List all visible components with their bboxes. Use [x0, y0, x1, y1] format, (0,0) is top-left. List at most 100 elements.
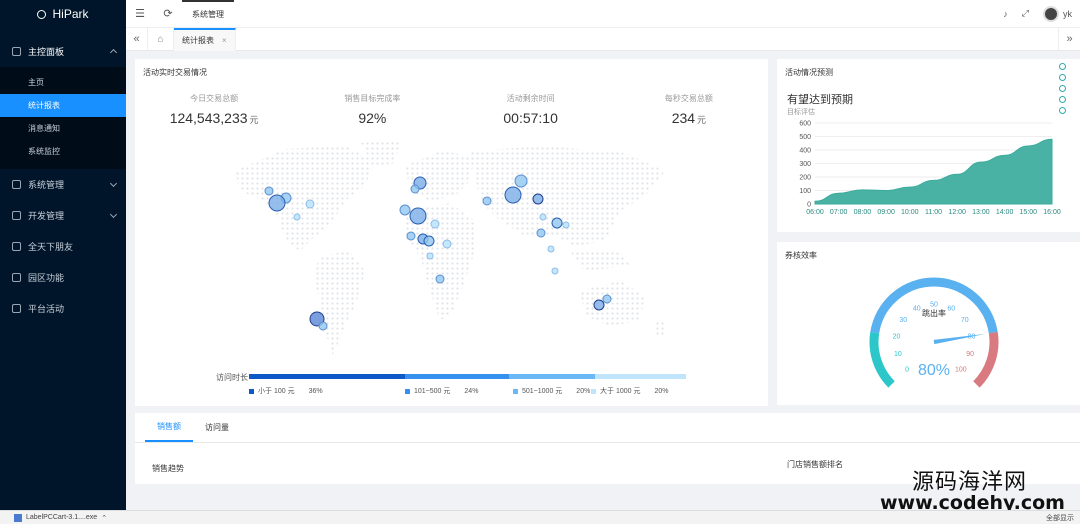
menu-toggle-icon[interactable]: ☰ [126, 0, 154, 28]
gauge-tick [982, 323, 986, 325]
x-tick-label: 10:00 [901, 209, 919, 216]
sidebar: HiPark 主控面板 主页 统计报表 消息通知 系统监控 系统管理 开发管理 … [0, 0, 126, 510]
gauge-tick [896, 301, 899, 305]
gauge-tick [976, 370, 980, 374]
sidebar-item-notifications[interactable]: 消息通知 [0, 117, 126, 140]
gauge-tick [978, 313, 982, 316]
sidebar-item-home[interactable]: 主页 [0, 71, 126, 94]
gauge-tick [888, 370, 892, 374]
taskbar-download-item[interactable]: LabelPCCart-3.1....exe ⌃ [0, 513, 107, 522]
legend-item-lt-100[interactable]: 小于 100 元 36% [249, 386, 323, 396]
gauge-tick [880, 328, 884, 330]
stat-per-second: 每秒交易总额 234 元 [664, 94, 713, 126]
gauge-tick [883, 362, 887, 365]
gauge-tick [900, 298, 903, 302]
x-tick-label: 15:00 [1020, 209, 1038, 216]
activity-forecast-card: 活动情况预测 有望达到预期 目标评估 0 100 200 300 400 500 600 06… [777, 59, 1080, 232]
legend-bar-segment-4 [595, 374, 686, 379]
gauge-tick [884, 318, 888, 321]
taskbar: LabelPCCart-3.1....exe ⌃ 全部显示 [0, 510, 1080, 524]
gauge-tick [894, 375, 901, 382]
menu-group-dev[interactable]: 开发管理 [0, 200, 126, 231]
forecast-area-series [814, 138, 1053, 205]
verification-efficiency-card: 券核效率 0 10 20 30 40 50 60 70 80 90 100 跳出率 80% [777, 242, 1080, 405]
gauge-tick [980, 318, 984, 321]
sidebar-item-system-monitor[interactable]: 系统监控 [0, 140, 126, 163]
refresh-icon[interactable]: ⟳ [154, 0, 182, 28]
legend-title: 访问时长 [216, 373, 248, 382]
logo[interactable]: HiPark [0, 0, 126, 28]
gauge-tick-label: 40 [913, 306, 921, 313]
top-tab-system[interactable]: 系统管理 [182, 0, 234, 28]
close-icon[interactable]: × [222, 36, 227, 45]
gauge-tick [981, 362, 985, 365]
legend-item-101-500[interactable]: 101~500 元 24% [405, 386, 478, 396]
park-icon [12, 273, 21, 282]
activity-icon [12, 304, 21, 313]
menu-group-friends[interactable]: 全天下朋友 [0, 231, 126, 262]
menu-group-activities[interactable]: 平台活动 [0, 293, 126, 324]
gauge-tick [881, 356, 889, 360]
legend-swatch [513, 388, 518, 394]
gauge-tick [979, 356, 987, 360]
bell-icon[interactable]: ♪ [1003, 9, 1008, 19]
y-tick-label: 300 [799, 161, 811, 168]
world-map[interactable] [225, 141, 695, 361]
gauge-value: 80% [918, 362, 950, 379]
stat-today-total: 今日交易总额 124,543,233 元 [169, 94, 259, 126]
legend-bar-segment-1 [249, 374, 405, 379]
chevron-up-icon [109, 48, 118, 57]
forecast-area-chart[interactable]: 0 100 200 300 400 500 600 06:00 07:00 08:00 09:00 1… [777, 59, 1080, 232]
gauge-tick [885, 366, 889, 369]
menu-group-dashboard[interactable]: 主控面板 [0, 36, 126, 67]
user-name: yk [1063, 8, 1072, 19]
x-tick-label: 14:00 [996, 209, 1014, 216]
gauge-tick-label: 20 [893, 334, 901, 341]
gauge-tick [972, 305, 976, 308]
sidebar-item-stats-report[interactable]: 统计报表 [0, 94, 126, 117]
sales-trend-title: 销售趋势 [152, 464, 184, 473]
show-all-button[interactable]: 全部显示 [1046, 513, 1080, 523]
gauge-tick [943, 287, 945, 291]
tab-visits[interactable]: 访问量 [193, 413, 241, 442]
y-tick-label: 100 [799, 188, 811, 195]
gauge-tick [882, 323, 886, 325]
gauge-tick-label: 30 [899, 317, 907, 324]
tab-sales[interactable]: 销售额 [145, 413, 193, 442]
code-icon [12, 211, 21, 220]
gauge-tick [879, 332, 887, 336]
gauge-tick [886, 313, 890, 316]
legend-bar-segment-3 [509, 374, 595, 379]
legend-item-501-1000[interactable]: 501~1000 元 20% [513, 386, 590, 396]
gauge-tick-label: 100 [955, 366, 967, 373]
tabs-left-icon[interactable]: « [126, 27, 148, 51]
menu-group-park[interactable]: 园区功能 [0, 262, 126, 293]
gauge-tick-label: 90 [966, 351, 974, 358]
menu-group-system[interactable]: 系统管理 [0, 169, 126, 200]
x-tick-label: 09:00 [877, 209, 895, 216]
gauge-tick [904, 295, 907, 299]
home-tab-icon[interactable]: ⌂ [148, 27, 174, 51]
user-menu[interactable]: yk [1043, 5, 1072, 22]
x-tick-label: 06:00 [806, 209, 824, 216]
card-title: 活动实时交易情况 [143, 68, 207, 77]
y-tick-label: 500 [799, 134, 811, 141]
y-tick-label: 400 [799, 148, 811, 155]
gauge-tick [965, 298, 968, 302]
logo-icon [37, 9, 47, 19]
gauge-tick [972, 309, 979, 315]
realtime-trade-card: 活动实时交易情况 今日交易总额 124,543,233 元 销售目标完成率 92%… [135, 59, 768, 406]
fullscreen-icon[interactable]: ⤢ [1022, 8, 1029, 19]
avatar [1043, 5, 1059, 22]
tabs-right-icon[interactable]: » [1058, 27, 1080, 51]
gauge-tick [891, 374, 895, 378]
x-tick-label: 12:00 [948, 209, 966, 216]
x-tick-label: 11:00 [925, 209, 942, 216]
user-icon [12, 242, 21, 251]
legend-item-gt-1000[interactable]: 大于 1000 元 20% [591, 386, 668, 396]
chevron-up-icon[interactable]: ⌃ [101, 514, 107, 522]
gauge-tick [984, 353, 988, 355]
gauge-tick [880, 353, 884, 355]
tab-stats-report[interactable]: 统计报表 × [174, 27, 236, 51]
stats-row: 今日交易总额 124,543,233 元 销售目标完成率 92% 活动剩余时间 0… [135, 93, 768, 126]
